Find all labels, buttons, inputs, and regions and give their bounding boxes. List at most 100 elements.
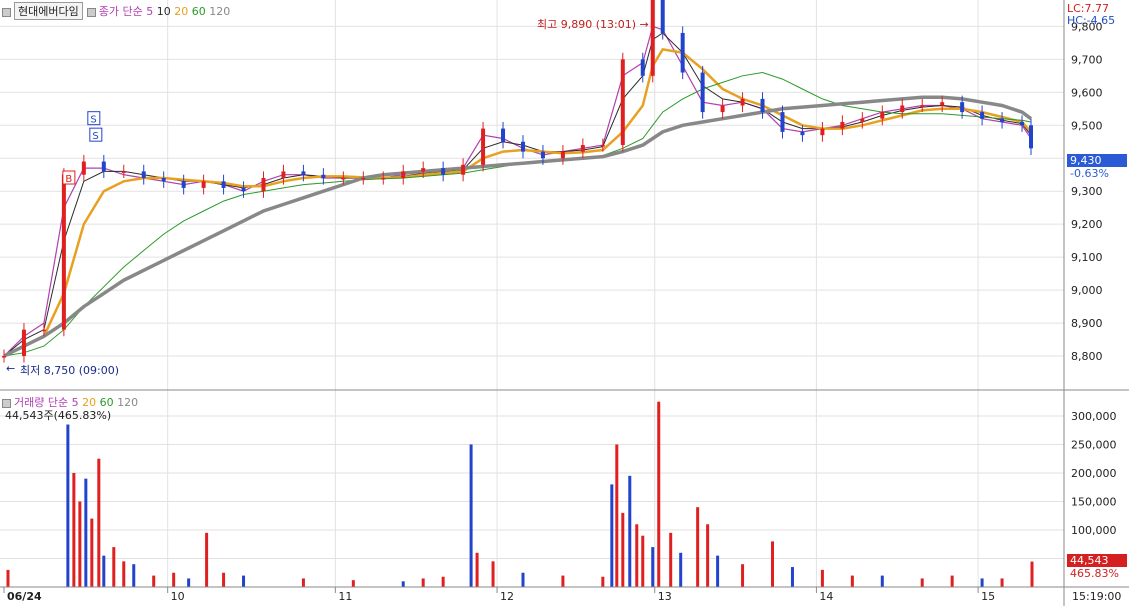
volume-bar [78,501,82,587]
price-candle [840,121,845,129]
volume-bar [112,547,116,587]
price-candle [441,168,446,175]
price-candle [41,329,46,332]
price-candle [980,112,985,119]
volume-bar [850,575,854,587]
ma-period-60: 60 [191,5,206,18]
volume-tick-label: 100,000 [1071,524,1117,537]
ma-title: 종가 단순 [98,5,143,18]
volume-info: 44,543주(465.83%) [5,409,112,422]
volume-panel-bg [0,391,1064,587]
date-tick-label: 12 [500,590,514,603]
legend-toggle-icon[interactable] [2,7,11,17]
volume-bar [615,444,619,587]
price-candle [740,98,745,106]
volume-bar [679,552,683,587]
trade-marker-label: S [92,131,98,142]
current-time: 15:19:00 [1072,590,1122,603]
volume-bar [651,547,655,587]
price-tick-label: 8,800 [1071,350,1103,363]
price-tick-label: 9,100 [1071,251,1103,264]
volume-bar [920,578,924,587]
price-candle [960,102,965,113]
price-candle [1029,125,1033,149]
volume-bar [790,567,794,587]
volume-bar [475,552,479,587]
volume-bar [521,572,525,587]
volume-tick-label: 300,000 [1071,410,1117,423]
volume-percent: 465.83% [1070,567,1119,580]
price-candle [880,112,885,119]
price-candle [680,32,685,73]
current-price-tag: 9,430 [1067,154,1127,167]
chart-canvas[interactable]: 8,8008,9009,0009,1009,2009,3009,4009,500… [0,0,1129,606]
price-candle [481,128,486,165]
high-label-text: 최고 9,890 (13:01) [537,18,637,31]
volume-tick-label: 150,000 [1071,495,1117,508]
price-panel-bg [0,0,1064,389]
ma-toggle-icon[interactable] [86,7,96,17]
volume-bar [66,424,70,587]
stock-chart-window[interactable]: 8,8008,9009,0009,1009,2009,3009,4009,500… [0,0,1129,606]
price-candle [780,112,785,132]
date-tick-label: 06/24 [7,590,42,603]
price-candle [800,131,805,136]
volume-bar [97,458,101,587]
volume-bar [152,575,156,587]
volume-bar [771,541,775,587]
current-volume-tag: 44,543 [1067,554,1127,567]
price-candle [501,128,506,142]
volume-bar [491,561,495,587]
price-candle [760,98,765,113]
volume-bar [621,512,625,587]
price-candle [700,72,705,113]
price-candle [600,145,605,147]
volume-bar [561,575,565,587]
volume-bar [172,572,176,587]
price-tick-label: 9,700 [1071,53,1103,66]
volume-bar [716,555,720,587]
price-candle [281,171,286,179]
price-candle [101,161,106,172]
price-candle [660,0,665,33]
ma-period-5: 5 [146,5,154,18]
price-tick-label: 9,600 [1071,86,1103,99]
price-candle [361,178,366,180]
price-candle [121,171,126,173]
volume-bar [980,578,984,587]
volume-bar [421,578,425,587]
price-candle [301,171,306,175]
volume-bar [635,524,639,587]
price-candle [21,329,26,357]
price-tick-label: 9,200 [1071,218,1103,231]
volume-tick-label: 250,000 [1071,438,1117,451]
date-tick-label: 10 [171,590,185,603]
price-legend: 현대에버다임 종가 단순 5 10 20 60 120 [2,2,230,20]
price-tick-label: 9,000 [1071,284,1103,297]
arrow-left-icon: ← [6,362,16,375]
vol-period-120: 120 [117,396,139,409]
price-candle [201,181,206,188]
date-tick-label: 14 [819,590,833,603]
price-candle [161,178,166,182]
price-candle [820,128,825,136]
volume-bar [641,535,645,587]
price-candle [461,164,466,175]
volume-bar [187,578,191,587]
volume-bar [132,564,136,587]
volume-bar [351,580,355,587]
price-candle [560,151,565,159]
price-candle [81,161,86,175]
price-candle [720,105,725,113]
volume-bar [469,444,473,587]
high-price-annotation: 최고 9,890 (13:01) → [537,16,649,32]
low-label-text: 최저 8,750 (09:00) [20,364,120,377]
stock-name[interactable]: 현대에버다임 [14,2,83,20]
volume-bar [84,478,88,587]
current-change: -0.63% [1070,167,1109,180]
price-candle [580,145,585,152]
price-candle [401,171,406,179]
volume-bar [950,575,954,587]
price-candle [261,178,266,192]
volume-bar [741,564,745,587]
